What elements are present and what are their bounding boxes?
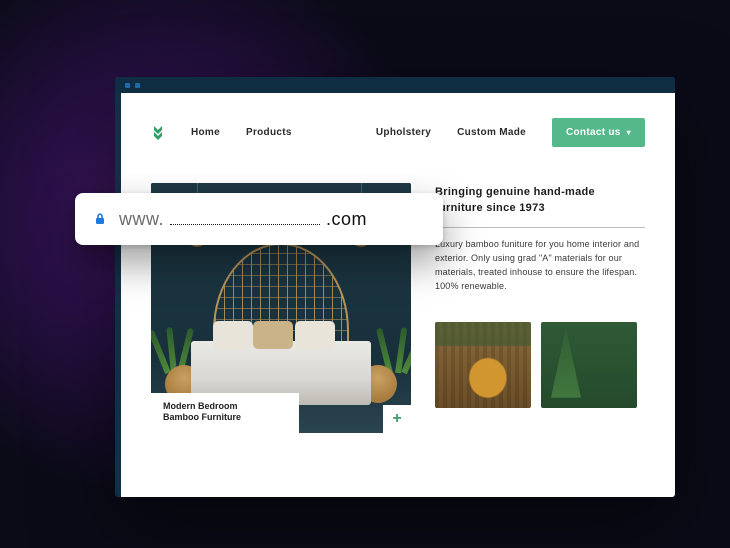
nav-link-custom-made[interactable]: Custom Made xyxy=(457,127,526,138)
hero-body: Luxury bamboo funiture for you home inte… xyxy=(435,238,645,294)
address-prefix: www. xyxy=(119,209,164,230)
nav-link-upholstery[interactable]: Upholstery xyxy=(376,127,431,138)
contact-us-button[interactable]: Contact us ▾ xyxy=(552,118,645,147)
lock-icon xyxy=(93,212,107,226)
hero-copy: Bringing genuine hand-made furniture sin… xyxy=(435,183,645,433)
contact-us-label: Contact us xyxy=(566,127,621,138)
address-input-line[interactable] xyxy=(170,211,320,225)
hero-headline: Bringing genuine hand-made furniture sin… xyxy=(435,185,645,217)
plus-icon: + xyxy=(392,410,401,428)
hero-caption: Modern Bedroom Bamboo Furniture xyxy=(151,393,299,434)
gallery-thumb[interactable] xyxy=(541,322,637,408)
chevron-down-icon: ▾ xyxy=(627,128,631,137)
caption-line: Bamboo Furniture xyxy=(163,412,287,423)
nav-link-home[interactable]: Home xyxy=(191,127,220,138)
caption-line: Modern Bedroom xyxy=(163,401,287,412)
browser-window: Home Products Upholstery Custom Made Con… xyxy=(115,77,675,497)
divider xyxy=(435,227,645,228)
gallery-thumb[interactable] xyxy=(435,322,531,408)
window-control-dot[interactable] xyxy=(125,83,130,88)
add-button[interactable]: + xyxy=(383,405,411,433)
webpage: Home Products Upholstery Custom Made Con… xyxy=(121,93,675,497)
address-suffix: .com xyxy=(326,209,367,230)
brand-logo[interactable] xyxy=(151,124,165,140)
address-bar[interactable]: www. .com xyxy=(75,193,443,245)
window-titlebar xyxy=(115,77,675,93)
address-text: www. .com xyxy=(119,209,367,230)
window-control-dot[interactable] xyxy=(135,83,140,88)
main-nav: Home Products Upholstery Custom Made Con… xyxy=(151,115,645,149)
thumbnail-row xyxy=(435,322,645,408)
nav-link-products[interactable]: Products xyxy=(246,127,292,138)
